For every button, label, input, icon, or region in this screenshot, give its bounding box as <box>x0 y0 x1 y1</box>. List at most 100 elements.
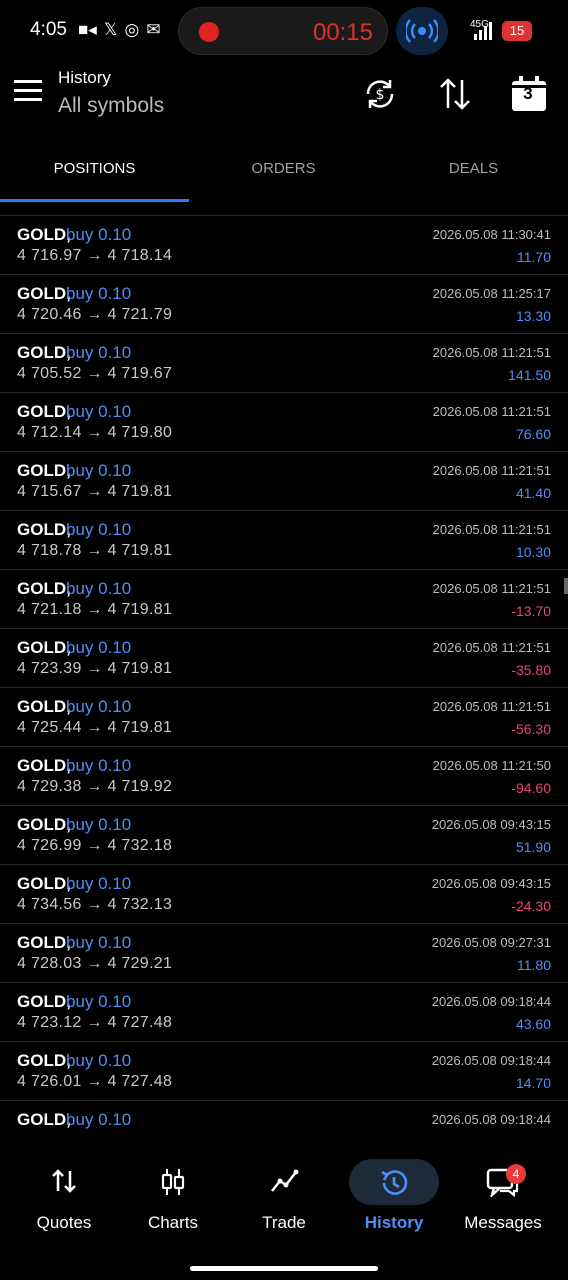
list-item[interactable]: GOLD, buy 0.10 4 705.52 → 4 719.67 2026.05.… <box>0 334 568 393</box>
deal-datetime: 2026.05.08 09:43:15 <box>431 817 551 832</box>
status-bar: 4:05 ■◂ 𝕏 ◎ ✉ 00:15 45G 15 <box>0 0 568 62</box>
nav-label: Charts <box>147 1213 199 1232</box>
price-range: 4 723.12 → 4 727.48 <box>17 1014 173 1031</box>
nav-charts[interactable]: Charts <box>118 1150 228 1236</box>
deal-side: buy 0.10 <box>66 284 132 303</box>
symbol-label: GOLD, <box>17 225 71 244</box>
battery-icon: 15 <box>502 21 532 41</box>
messages-badge: 4 <box>506 1164 526 1184</box>
symbol-label: GOLD, <box>17 874 71 893</box>
nav-trade[interactable]: Trade <box>229 1150 339 1236</box>
price-range: 4 705.52 → 4 719.67 <box>17 365 173 382</box>
symbol-label: GOLD, <box>17 697 71 716</box>
symbol-label: GOLD, <box>17 461 71 480</box>
mail-icon: ✉ <box>146 20 161 39</box>
menu-icon[interactable] <box>14 80 44 106</box>
network-indicator: 45G <box>470 20 492 40</box>
list-item-partial <box>0 200 568 216</box>
list-item[interactable]: GOLD, buy 0.10 4 725.44 → 4 719.81 2026.05.… <box>0 688 568 747</box>
list-item[interactable]: GOLD, buy 0.10 2026.05.08 09:18:44 <box>0 1101 568 1130</box>
deal-side: buy 0.10 <box>66 520 132 539</box>
price-range: 4 728.03 → 4 729.21 <box>17 955 173 972</box>
list-item[interactable]: GOLD, buy 0.10 4 729.38 → 4 719.92 2026.05.… <box>0 747 568 806</box>
nav-label: Trade <box>262 1213 306 1232</box>
symbol-filter[interactable]: All symbols <box>58 94 164 118</box>
list-item[interactable]: GOLD, buy 0.10 4 726.99 → 4 732.18 2026.05.… <box>0 806 568 865</box>
list-item[interactable]: GOLD, buy 0.10 4 718.78 → 4 719.81 2026.05.… <box>0 511 568 570</box>
list-item[interactable]: GOLD, buy 0.10 4 712.14 → 4 719.80 2026.05.… <box>0 393 568 452</box>
scrollbar[interactable] <box>564 578 568 594</box>
price-range: 4 712.14 → 4 719.80 <box>17 424 173 441</box>
deal-side: buy 0.10 <box>66 933 132 952</box>
deal-datetime: 2026.05.08 09:27:31 <box>431 935 551 950</box>
symbol-label: GOLD, <box>17 1110 71 1129</box>
nav-label: Quotes <box>36 1213 92 1232</box>
list-item[interactable]: GOLD, buy 0.10 4 716.97 → 4 718.14 2026.05.… <box>0 216 568 275</box>
deal-datetime: 2026.05.08 09:18:44 <box>431 1053 551 1068</box>
profit-value: 10.30 <box>515 544 551 560</box>
list-item[interactable]: GOLD, buy 0.10 4 715.67 → 4 719.81 2026.05.… <box>0 452 568 511</box>
tab-orders[interactable]: ORDERS <box>189 160 378 177</box>
bottom-nav: Quotes Charts Trade History Messages 4 <box>0 1150 568 1240</box>
page-title: History <box>58 68 111 87</box>
record-dot-icon <box>199 22 219 42</box>
nav-label: Messages <box>464 1213 542 1232</box>
list-item[interactable]: GOLD, buy 0.10 4 726.01 → 4 727.48 2026.05.… <box>0 1042 568 1101</box>
symbol-label: GOLD, <box>17 638 71 657</box>
deal-datetime: 2026.05.08 11:30:41 <box>432 227 551 242</box>
price-range: 4 715.67 → 4 719.81 <box>17 483 173 500</box>
nav-messages[interactable]: Messages <box>448 1150 558 1236</box>
list-item[interactable]: GOLD, buy 0.10 4 723.12 → 4 727.48 2026.05.… <box>0 983 568 1042</box>
video-icon: ■◂ <box>78 20 97 39</box>
deal-datetime: 2026.05.08 11:21:51 <box>432 640 551 655</box>
history-tabs: POSITIONS ORDERS DEALS <box>0 150 568 202</box>
calendar-button[interactable]: 3 <box>511 76 547 112</box>
profit-value: 41.40 <box>515 485 551 501</box>
symbol-label: GOLD, <box>17 579 71 598</box>
nav-history[interactable]: History <box>339 1150 449 1236</box>
profit-value: 14.70 <box>515 1075 551 1091</box>
home-indicator[interactable] <box>190 1266 378 1271</box>
deal-side: buy 0.10 <box>66 461 132 480</box>
profit-value: -24.30 <box>511 898 551 914</box>
quotes-arrows-icon <box>52 1169 76 1193</box>
profit-value: 51.90 <box>515 839 551 855</box>
price-range: 4 725.44 → 4 719.81 <box>17 719 173 736</box>
broadcast-icon <box>406 19 438 43</box>
profit-value: 11.70 <box>517 249 551 265</box>
screen-record-pill[interactable]: 00:15 <box>178 7 388 55</box>
sort-icon[interactable] <box>437 76 473 112</box>
sync-dollar-icon[interactable]: $ <box>362 76 398 112</box>
tab-positions[interactable]: POSITIONS <box>0 160 189 177</box>
deal-side: buy 0.10 <box>66 697 132 716</box>
symbol-label: GOLD, <box>17 343 71 362</box>
list-item[interactable]: GOLD, buy 0.10 4 728.03 → 4 729.21 2026.05.… <box>0 924 568 983</box>
symbol-label: GOLD, <box>17 933 71 952</box>
deal-datetime: 2026.05.08 11:21:51 <box>432 463 551 478</box>
price-range: 4 723.39 → 4 719.81 <box>17 660 173 677</box>
symbol-label: GOLD, <box>17 1051 71 1070</box>
broadcast-pill[interactable] <box>396 7 448 55</box>
tab-deals[interactable]: DEALS <box>379 160 568 177</box>
list-item[interactable]: GOLD, buy 0.10 4 720.46 → 4 721.79 2026.05.… <box>0 275 568 334</box>
list-item[interactable]: GOLD, buy 0.10 4 721.18 → 4 719.81 2026.05.… <box>0 570 568 629</box>
price-range: 4 721.18 → 4 719.81 <box>17 601 173 618</box>
deal-side: buy 0.10 <box>66 343 132 362</box>
deal-side: buy 0.10 <box>66 225 132 244</box>
profit-value: 76.60 <box>515 426 551 442</box>
deal-datetime: 2026.05.08 11:21:51 <box>432 345 551 360</box>
price-range: 4 718.78 → 4 719.81 <box>17 542 173 559</box>
deal-side: buy 0.10 <box>66 992 132 1011</box>
profit-value: -35.80 <box>511 662 551 678</box>
deal-side: buy 0.10 <box>66 756 132 775</box>
history-clock-icon <box>381 1170 408 1195</box>
app-header: History All symbols $ 3 <box>0 62 568 144</box>
deal-side: buy 0.10 <box>66 638 132 657</box>
symbol-label: GOLD, <box>17 402 71 421</box>
positions-list[interactable]: GOLD, buy 0.10 4 716.97 → 4 718.14 2026.05.… <box>0 200 568 1130</box>
list-item[interactable]: GOLD, buy 0.10 4 734.56 → 4 732.13 2026.05.… <box>0 865 568 924</box>
list-item[interactable]: GOLD, buy 0.10 4 723.39 → 4 719.81 2026.05.… <box>0 629 568 688</box>
nav-label: History <box>364 1213 424 1232</box>
nav-quotes[interactable]: Quotes <box>9 1150 119 1236</box>
deal-side: buy 0.10 <box>66 874 132 893</box>
